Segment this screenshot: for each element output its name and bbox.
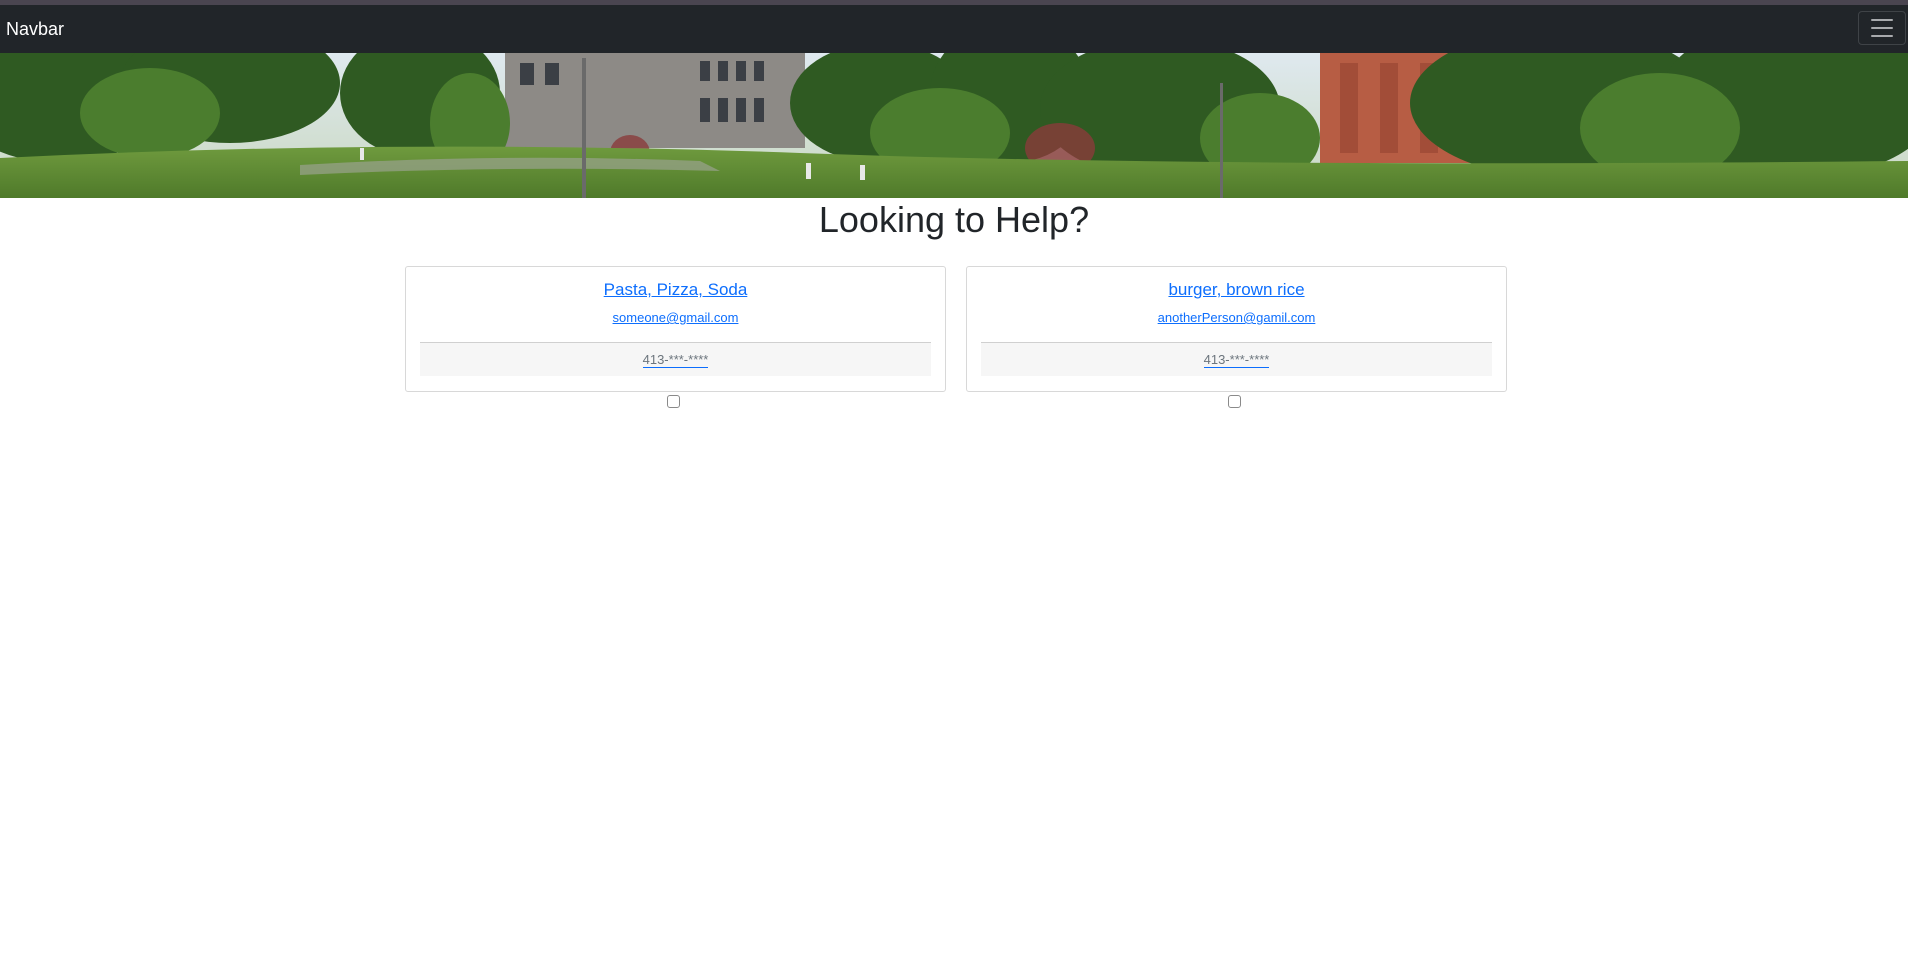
card-title-link[interactable]: Pasta, Pizza, Soda xyxy=(406,280,945,300)
navbar-toggler-button[interactable] xyxy=(1858,11,1906,45)
request-card: Pasta, Pizza, Soda someone@gmail.com 413… xyxy=(405,266,946,392)
card-phone-link[interactable]: 413-***-**** xyxy=(642,352,709,368)
card-email-link[interactable]: anotherPerson@gamil.com xyxy=(967,310,1506,325)
card-title-link[interactable]: burger, brown rice xyxy=(967,280,1506,300)
card-select-checkbox[interactable] xyxy=(1228,395,1241,408)
card-email-link[interactable]: someone@gmail.com xyxy=(406,310,945,325)
navbar-brand[interactable]: Navbar xyxy=(6,18,64,40)
card-footer: 413-***-**** xyxy=(981,342,1492,376)
request-card: burger, brown rice anotherPerson@gamil.c… xyxy=(966,266,1507,392)
card-phone-link[interactable]: 413-***-**** xyxy=(1203,352,1270,368)
card-footer: 413-***-**** xyxy=(420,342,931,376)
page-title: Looking to Help? xyxy=(818,199,1090,240)
card-select-checkbox[interactable] xyxy=(667,395,680,408)
hamburger-menu-icon xyxy=(1871,19,1893,21)
campus-banner-image xyxy=(0,53,1908,198)
navbar: Navbar xyxy=(0,5,1908,53)
